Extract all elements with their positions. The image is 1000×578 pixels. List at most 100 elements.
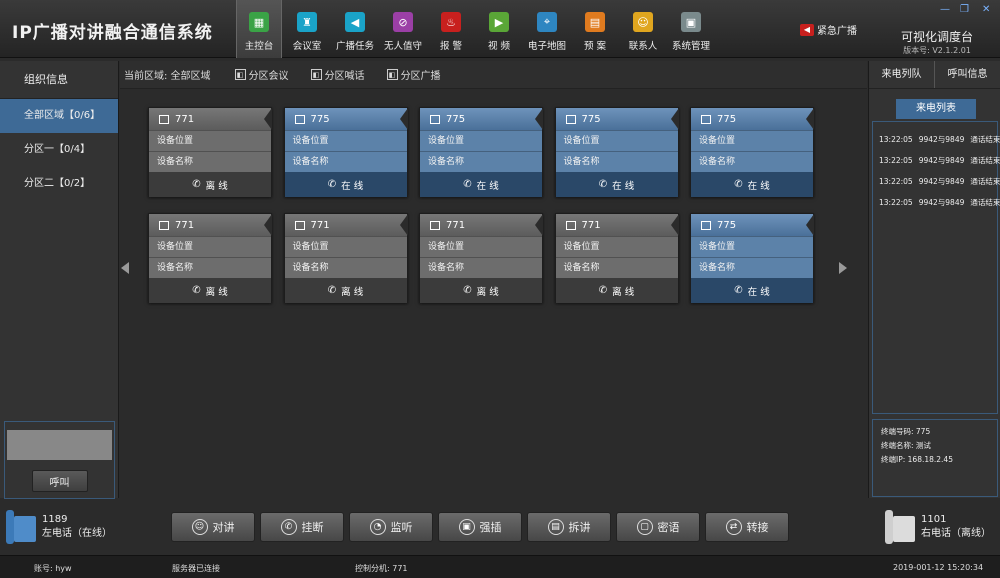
call-log-row[interactable]: 13:22:05 9942与9849 通话结束	[873, 197, 1000, 218]
device-icon	[430, 220, 440, 230]
current-area-label: 当前区域: 全部区域	[124, 71, 211, 82]
action-label: 密语	[657, 521, 680, 534]
log-time: 13:22:05	[879, 156, 913, 165]
device-location: 设备位置	[420, 130, 542, 151]
minimize-icon[interactable]: —	[940, 4, 950, 15]
nav-item-7[interactable]: ▤ 预 案	[572, 0, 618, 58]
zone-meeting-button[interactable]: ◧ 分区会议	[234, 67, 289, 82]
tab-call-info[interactable]: 呼叫信息	[935, 61, 1000, 88]
action-button-2[interactable]: ◔ 监听	[349, 512, 433, 542]
call-log-row[interactable]: 13:22:05 9942与9849 通话结束	[873, 176, 1000, 197]
right-phone[interactable]: 1101 右电话（离线）	[885, 502, 991, 552]
phone-icon: ✆	[463, 179, 472, 190]
device-location: 设备位置	[691, 130, 813, 151]
device-status-label: 在 线	[476, 180, 499, 192]
log-time: 13:22:05	[879, 177, 913, 186]
area-item-zone1[interactable]: 分区一【0/4】	[0, 133, 118, 167]
left-panel: 组织信息 全部区域【0/6】 分区一【0/4】 分区二【0/2】 呼叫	[0, 61, 119, 499]
nav-item-1[interactable]: ♜ 会议室	[284, 0, 330, 58]
device-status-label: 离 线	[476, 286, 499, 298]
tab-incoming-queue[interactable]: 来电列队	[869, 61, 935, 88]
device-card[interactable]: 775 设备位置 设备名称 ✆ 在 线	[283, 107, 408, 197]
close-icon[interactable]: ✕	[982, 4, 990, 15]
restore-icon[interactable]: ❐	[960, 4, 969, 15]
incoming-call-list: 13:22:05 9942与9849 通话结束 13:22:05 9942与9849 通话…	[872, 121, 1000, 414]
left-phone-status: 左电话（在线）	[42, 528, 112, 539]
dial-display[interactable]	[7, 430, 112, 460]
device-card[interactable]: 771 设备位置 设备名称 ✆ 离 线	[554, 213, 679, 303]
action-button-3[interactable]: ▣ 强插	[438, 512, 522, 542]
org-info-title: 组织信息	[0, 61, 118, 99]
action-label: 监听	[390, 521, 413, 534]
zone-shout-button[interactable]: ◧ 分区喊话	[310, 67, 365, 82]
device-location: 设备位置	[420, 236, 542, 257]
force-insert-icon: ▣	[458, 519, 475, 535]
alarm-icon: ♨	[441, 12, 461, 32]
action-button-4[interactable]: ▤ 拆讲	[527, 512, 611, 542]
left-phone[interactable]: 1189 左电话（在线）	[6, 502, 112, 552]
device-location: 设备位置	[149, 236, 271, 257]
action-label: 转接	[746, 521, 769, 534]
speaker-icon: ◀	[800, 23, 814, 36]
device-id: 775	[446, 113, 466, 125]
device-card[interactable]: 771 设备位置 设备名称 ✆ 离 线	[419, 213, 543, 303]
nav-item-6[interactable]: ⌖ 电子地图	[524, 0, 570, 58]
plan-icon: ▤	[585, 12, 605, 32]
call-log-row[interactable]: 13:22:05 9942与9849 通话结束	[873, 155, 1000, 176]
device-header: 775	[691, 214, 814, 236]
control-extension: 控制分机: 771	[355, 564, 408, 573]
device-location: 设备位置	[555, 236, 678, 257]
device-card[interactable]: 771 设备位置 设备名称 ✆ 离 线	[283, 213, 408, 303]
contacts-icon: ☺	[633, 12, 653, 32]
next-page-arrow[interactable]	[839, 262, 847, 274]
device-icon	[294, 220, 305, 230]
device-card[interactable]: 775 设备位置 设备名称 ✆ 在 线	[419, 107, 543, 197]
device-name: 设备名称	[555, 257, 678, 278]
zone-broadcast-button[interactable]: ◧ 分区广播	[386, 67, 441, 82]
prev-page-arrow[interactable]	[121, 262, 129, 274]
intercom-icon: ☺	[191, 519, 208, 535]
device-icon	[159, 114, 169, 124]
device-id: 771	[446, 219, 466, 231]
device-card[interactable]: 771 设备位置 设备名称 ✆ 离 线	[148, 107, 272, 197]
action-button-5[interactable]: ▢ 密语	[616, 512, 700, 542]
nav-item-4[interactable]: ♨ 报 警	[428, 0, 474, 58]
action-button-6[interactable]: ⇄ 转接	[705, 512, 789, 542]
emergency-broadcast-button[interactable]: ◀ 紧急广播	[800, 22, 857, 37]
area-item-zone2[interactable]: 分区二【0/2】	[0, 167, 118, 201]
log-pair: 9942与9849	[918, 198, 965, 207]
call-log-row[interactable]: 13:22:05 9942与9849 通话结束	[873, 134, 1000, 155]
dial-box: 呼叫	[4, 421, 115, 499]
desk-phone-icon	[6, 508, 36, 546]
nav-item-8[interactable]: ☺ 联系人	[620, 0, 666, 58]
device-status-label: 离 线	[341, 286, 364, 298]
device-id: 771	[175, 113, 195, 125]
nav-item-2[interactable]: ◀ 广播任务	[332, 0, 378, 58]
nav-label: 主控台	[244, 41, 274, 52]
device-card[interactable]: 775 设备位置 设备名称 ✆ 在 线	[690, 107, 814, 197]
device-status-label: 离 线	[205, 180, 228, 192]
log-state: 通话结束	[970, 177, 1000, 186]
device-header: 775	[691, 108, 814, 130]
action-button-0[interactable]: ☺ 对讲	[171, 512, 255, 542]
device-card[interactable]: 775 设备位置 设备名称 ✆ 在 线	[690, 213, 814, 303]
call-button[interactable]: 呼叫	[31, 470, 88, 492]
nav-item-9[interactable]: ▣ 系统管理	[668, 0, 714, 58]
nav-item-3[interactable]: ⊘ 无人值守	[380, 0, 426, 58]
device-location: 设备位置	[149, 130, 271, 151]
device-card[interactable]: 771 设备位置 设备名称 ✆ 离 线	[148, 213, 272, 303]
device-id: 771	[175, 219, 195, 231]
area-item-all[interactable]: 全部区域【0/6】	[0, 99, 118, 133]
device-card[interactable]: 775 设备位置 设备名称 ✆ 在 线	[554, 107, 679, 197]
device-name: 设备名称	[420, 257, 542, 278]
device-status: ✆ 在 线	[691, 172, 813, 197]
action-button-1[interactable]: ✆ 挂断	[260, 512, 344, 542]
device-id: 771	[310, 219, 330, 231]
device-id: 771	[581, 219, 601, 231]
phone-icon: ✆	[327, 285, 337, 296]
device-id: 775	[310, 113, 330, 125]
terminal-number: 终端号码: 775	[881, 427, 931, 436]
nav-item-0[interactable]: ▦ 主控台	[236, 0, 282, 58]
nav-item-5[interactable]: ▶ 视 频	[476, 0, 522, 58]
device-status: ✆ 在 线	[555, 172, 678, 197]
